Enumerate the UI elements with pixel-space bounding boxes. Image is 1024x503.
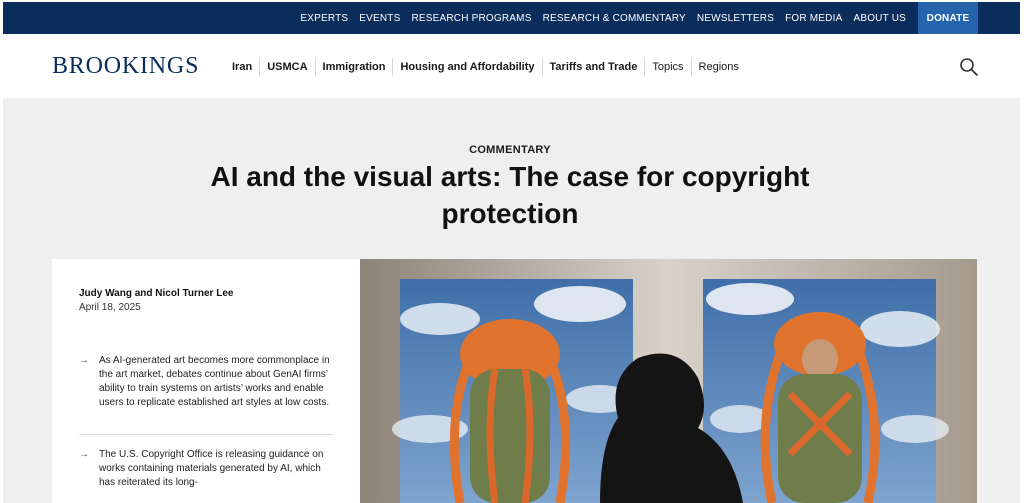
topbar-link-events[interactable]: EVENTS xyxy=(359,13,400,24)
nav-item-iran[interactable]: Iran xyxy=(225,58,259,76)
summary-bullet: → The U.S. Copyright Office is releasing… xyxy=(79,448,333,490)
topbar-link-newsletters[interactable]: NEWSLETTERS xyxy=(697,13,774,24)
nav-item-housing[interactable]: Housing and Affordability xyxy=(392,58,541,76)
topbar-link-for-media[interactable]: FOR MEDIA xyxy=(785,13,842,24)
search-icon[interactable] xyxy=(958,56,980,78)
article-date: April 18, 2025 xyxy=(79,302,141,313)
nav-item-immigration[interactable]: Immigration xyxy=(314,58,393,76)
article-title: AI and the visual arts: The case for cop… xyxy=(210,161,810,229)
divider xyxy=(79,434,333,435)
article-info-card: Judy Wang and Nicol Turner Lee April 18,… xyxy=(52,259,360,503)
summary-text: The U.S. Copyright Office is releasing g… xyxy=(99,449,324,488)
topbar-link-experts[interactable]: EXPERTS xyxy=(300,13,348,24)
nav-item-tariffs[interactable]: Tariffs and Trade xyxy=(541,58,645,76)
hero-image xyxy=(360,259,977,503)
nav-item-usmca[interactable]: USMCA xyxy=(259,58,314,76)
nav-item-topics[interactable]: Topics xyxy=(644,58,690,76)
summary-text: As AI-generated art becomes more commonp… xyxy=(99,355,330,408)
article-category[interactable]: COMMENTARY xyxy=(0,144,1020,156)
nav-item-regions[interactable]: Regions xyxy=(690,58,746,76)
summary-bullet: → As AI-generated art becomes more commo… xyxy=(79,354,333,410)
arrow-right-icon: → xyxy=(79,449,89,460)
article-authors[interactable]: Judy Wang and Nicol Turner Lee xyxy=(79,288,233,299)
donate-button[interactable]: DONATE xyxy=(918,2,978,34)
topbar-link-research-programs[interactable]: RESEARCH PROGRAMS xyxy=(411,13,531,24)
brookings-logo[interactable]: BROOKINGS xyxy=(52,53,199,80)
utility-bar: EXPERTS EVENTS RESEARCH PROGRAMS RESEARC… xyxy=(3,2,1020,34)
nav-links: Iran USMCA Immigration Housing and Affor… xyxy=(225,58,746,76)
topbar-link-about-us[interactable]: ABOUT US xyxy=(853,13,906,24)
topbar-link-research-commentary[interactable]: RESEARCH & COMMENTARY xyxy=(543,13,686,24)
arrow-right-icon: → xyxy=(79,355,89,366)
main-nav: BROOKINGS Iran USMCA Immigration Housing… xyxy=(3,34,1020,98)
